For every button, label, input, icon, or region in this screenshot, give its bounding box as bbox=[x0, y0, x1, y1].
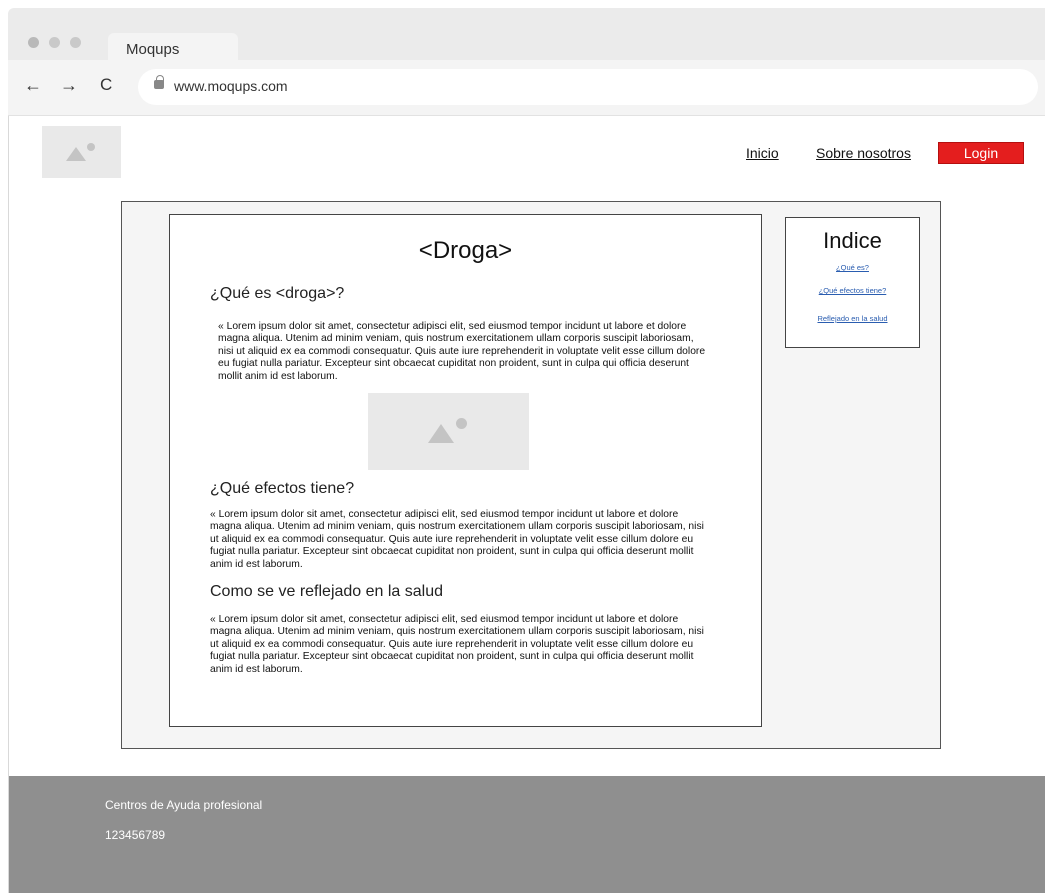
image-sun-icon bbox=[456, 418, 467, 429]
image-placeholder-icon bbox=[428, 424, 454, 443]
forward-arrow-icon[interactable]: → bbox=[60, 76, 78, 94]
index-panel: Indice ¿Qué es? ¿Qué efectos tiene? Refl… bbox=[785, 217, 920, 348]
section-text-que-es: « Lorem ipsum dolor sit amet, consectetu… bbox=[218, 321, 706, 382]
url-text: www.moqups.com bbox=[174, 78, 288, 94]
window-controls bbox=[28, 37, 81, 48]
footer-help-centers: Centros de Ayuda profesional bbox=[105, 798, 263, 812]
lock-icon bbox=[154, 75, 164, 89]
section-text-efectos: « Lorem ipsum dolor sit amet, consectetu… bbox=[210, 509, 704, 570]
maximize-window-icon[interactable] bbox=[70, 37, 81, 48]
index-title: Indice bbox=[823, 228, 882, 253]
content-container: <Droga> ¿Qué es <droga>? « Lorem ipsum d… bbox=[121, 201, 941, 749]
index-link-salud[interactable]: Reflejado en la salud bbox=[786, 314, 919, 323]
browser-tab-bar: Moqups bbox=[8, 8, 1045, 68]
logo-image-placeholder[interactable] bbox=[42, 126, 121, 178]
section-heading-salud: Como se ve reflejado en la salud bbox=[210, 583, 444, 600]
section-heading-que-es: ¿Qué es <droga>? bbox=[210, 285, 345, 302]
close-window-icon[interactable] bbox=[28, 37, 39, 48]
tab-title: Moqups bbox=[126, 41, 180, 58]
nav-link-inicio[interactable]: Inicio bbox=[746, 145, 779, 161]
article-title: <Droga> bbox=[418, 237, 513, 264]
reload-icon[interactable]: C bbox=[100, 76, 112, 94]
address-bar-row: ← → C www.moqups.com bbox=[8, 60, 1045, 116]
section-heading-efectos: ¿Qué efectos tiene? bbox=[210, 480, 355, 497]
web-page: Inicio Sobre nosotros Login <Droga> ¿Qué… bbox=[8, 116, 1045, 893]
image-placeholder-icon bbox=[66, 147, 86, 161]
url-input[interactable]: www.moqups.com bbox=[138, 69, 1038, 105]
section-text-salud: « Lorem ipsum dolor sit amet, consectetu… bbox=[210, 614, 704, 675]
footer-phone: 123456789 bbox=[105, 828, 166, 842]
nav-link-sobre-nosotros[interactable]: Sobre nosotros bbox=[816, 145, 911, 161]
index-link-efectos[interactable]: ¿Qué efectos tiene? bbox=[786, 286, 919, 295]
login-button[interactable]: Login bbox=[938, 142, 1024, 164]
image-sun-icon bbox=[87, 143, 95, 151]
index-link-que-es[interactable]: ¿Qué es? bbox=[786, 263, 919, 272]
minimize-window-icon[interactable] bbox=[49, 37, 60, 48]
article-panel: <Droga> ¿Qué es <droga>? « Lorem ipsum d… bbox=[169, 214, 762, 727]
article-image-placeholder bbox=[368, 393, 529, 470]
back-arrow-icon[interactable]: ← bbox=[24, 76, 42, 94]
footer: Centros de Ayuda profesional 123456789 bbox=[9, 776, 1045, 893]
